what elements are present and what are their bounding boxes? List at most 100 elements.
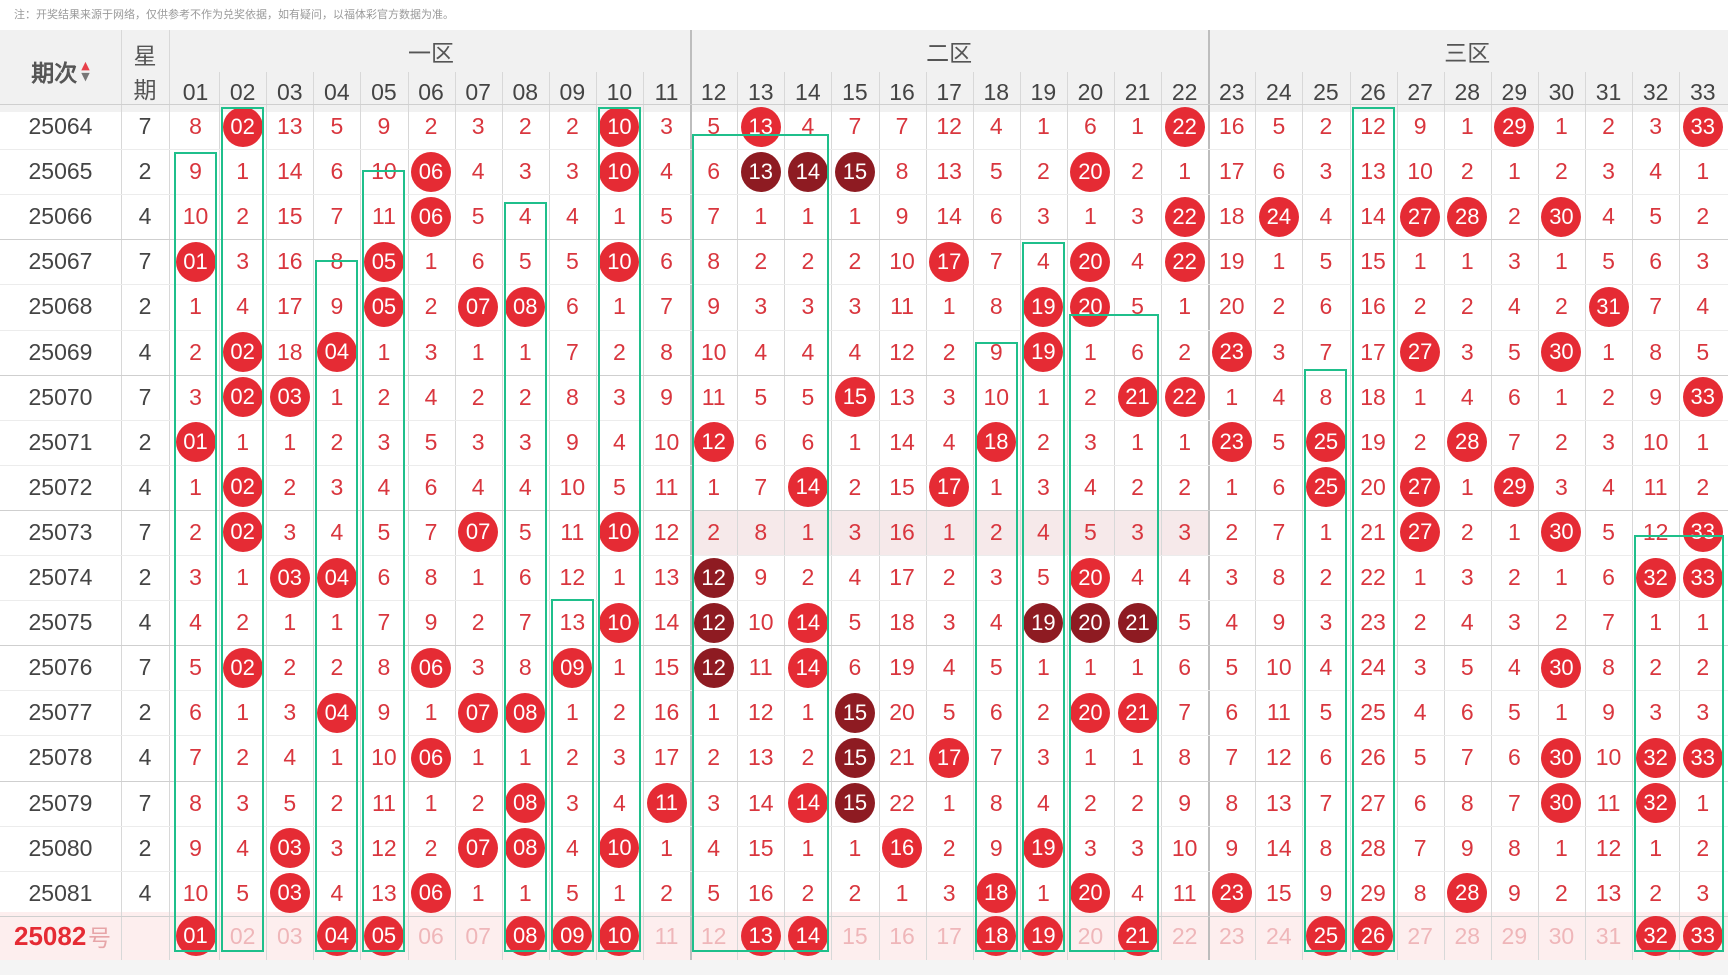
- number-ball: 11: [646, 783, 687, 824]
- number-ball: 28: [1447, 873, 1488, 914]
- selected-number-ball[interactable]: 19: [1023, 916, 1064, 956]
- miss-count: 9: [189, 158, 202, 185]
- miss-count: 5: [1507, 699, 1521, 726]
- miss-count: 1: [801, 699, 815, 726]
- miss-count: 10: [1171, 834, 1198, 861]
- prediction-ball[interactable]: 13: [737, 912, 784, 960]
- miss-count: 2: [1555, 293, 1568, 320]
- miss-count: 2: [1649, 654, 1663, 681]
- weekday: 4: [138, 609, 152, 636]
- prediction-number[interactable]: 03: [266, 912, 313, 960]
- prediction-ball[interactable]: 10: [596, 912, 643, 960]
- number-ball: 20: [1070, 286, 1111, 327]
- miss-count: 1: [801, 834, 815, 861]
- miss-count: 4: [1460, 609, 1474, 636]
- selected-number-ball[interactable]: 08: [505, 916, 546, 956]
- prediction-ball[interactable]: 32: [1632, 912, 1679, 960]
- prediction-ball[interactable]: 33: [1679, 912, 1726, 960]
- drawn-number-ball: 06: [408, 735, 455, 780]
- miss-count: 1: [1178, 158, 1192, 185]
- miss-count: 1: [1036, 113, 1050, 140]
- prediction-number[interactable]: 22: [1161, 912, 1208, 960]
- miss-count: 7: [1507, 428, 1521, 455]
- miss-count: 4: [613, 789, 626, 816]
- prediction-ball[interactable]: 26: [1350, 912, 1397, 960]
- miss-count: 9: [754, 564, 768, 591]
- prediction-number[interactable]: 07: [455, 912, 502, 960]
- prediction-number[interactable]: 06: [408, 912, 455, 960]
- prediction-number[interactable]: 16: [879, 912, 926, 960]
- prediction-ball[interactable]: 01: [172, 912, 219, 960]
- prediction-ball[interactable]: 09: [549, 912, 596, 960]
- prediction-ball[interactable]: 04: [313, 912, 360, 960]
- prediction-number[interactable]: 30: [1538, 912, 1585, 960]
- drawn-number-ball: 05: [360, 284, 407, 329]
- number-ball: 08: [505, 828, 546, 869]
- miss-count: 3: [1084, 428, 1097, 455]
- number-ball: 19: [1023, 332, 1064, 373]
- prediction-ball[interactable]: 08: [502, 912, 549, 960]
- miss-count: 1: [1272, 248, 1286, 275]
- number-ball: 10: [599, 512, 640, 553]
- selected-number-ball[interactable]: 05: [363, 916, 404, 956]
- prediction-ball[interactable]: 18: [973, 912, 1020, 960]
- prediction-number[interactable]: 02: [219, 912, 266, 960]
- miss-count: 9: [424, 609, 438, 636]
- prediction-ball[interactable]: 19: [1020, 912, 1067, 960]
- selected-number-ball[interactable]: 01: [175, 916, 216, 956]
- drawn-number-ball: 21: [1114, 375, 1161, 420]
- prediction-ball[interactable]: 25: [1302, 912, 1349, 960]
- drawn-number-ball: 20: [1067, 149, 1114, 194]
- drawn-number-ball: 20: [1067, 871, 1114, 916]
- prediction-number[interactable]: 20: [1067, 912, 1114, 960]
- miss-count: 8: [1272, 564, 1286, 591]
- miss-count: 2: [471, 383, 485, 410]
- miss-count: 28: [1360, 834, 1386, 861]
- miss-count: 1: [1084, 744, 1097, 771]
- miss-count: 6: [989, 699, 1003, 726]
- selected-number-ball[interactable]: 13: [740, 916, 781, 956]
- prediction-number[interactable]: 15: [831, 912, 878, 960]
- prediction-number[interactable]: 28: [1444, 912, 1491, 960]
- miss-count: 16: [1360, 293, 1386, 320]
- miss-count: 3: [1036, 203, 1050, 230]
- miss-count: 4: [330, 518, 344, 545]
- selected-number-ball[interactable]: 32: [1635, 916, 1676, 956]
- prediction-ball[interactable]: 05: [360, 912, 407, 960]
- prediction-number[interactable]: 31: [1585, 912, 1632, 960]
- prediction-number[interactable]: 27: [1397, 912, 1444, 960]
- number-ball: 10: [599, 241, 640, 282]
- miss-count: 7: [1319, 789, 1333, 816]
- prediction-number[interactable]: 17: [926, 912, 973, 960]
- miss-count: 4: [565, 203, 579, 230]
- number-ball: 21: [1117, 692, 1158, 733]
- selected-number-ball[interactable]: 10: [599, 916, 640, 956]
- drawn-number-ball: 10: [596, 600, 643, 645]
- period-column-header[interactable]: 期次 ▲ ▼: [0, 30, 121, 112]
- drawn-number-ball: 33: [1679, 735, 1726, 780]
- prediction-number[interactable]: 12: [690, 912, 737, 960]
- miss-count: 2: [518, 113, 532, 140]
- prediction-number[interactable]: 29: [1491, 912, 1538, 960]
- miss-count: 2: [754, 248, 768, 275]
- selected-number-ball[interactable]: 33: [1682, 916, 1723, 956]
- prediction-number[interactable]: 23: [1208, 912, 1255, 960]
- number-ball: 05: [363, 241, 404, 282]
- drawn-number-ball: 12: [690, 645, 737, 690]
- selected-number-ball[interactable]: 09: [552, 916, 593, 956]
- prediction-number[interactable]: 24: [1255, 912, 1302, 960]
- selected-number-ball[interactable]: 14: [787, 916, 828, 956]
- selected-number-ball[interactable]: 04: [316, 916, 357, 956]
- week-label-bottom: 期: [133, 78, 157, 104]
- selected-number-ball[interactable]: 21: [1117, 916, 1158, 956]
- sort-icon[interactable]: ▲ ▼: [81, 60, 89, 82]
- selected-number-ball[interactable]: 25: [1305, 916, 1346, 956]
- prediction-ball[interactable]: 21: [1114, 912, 1161, 960]
- selected-number-ball[interactable]: 18: [976, 916, 1017, 956]
- selected-number-ball[interactable]: 26: [1353, 916, 1394, 956]
- miss-count: 2: [1413, 428, 1427, 455]
- prediction-number[interactable]: 11: [643, 912, 690, 960]
- prediction-ball[interactable]: 14: [784, 912, 831, 960]
- miss-count: 1: [1131, 744, 1144, 771]
- number-ball: 02: [222, 377, 263, 418]
